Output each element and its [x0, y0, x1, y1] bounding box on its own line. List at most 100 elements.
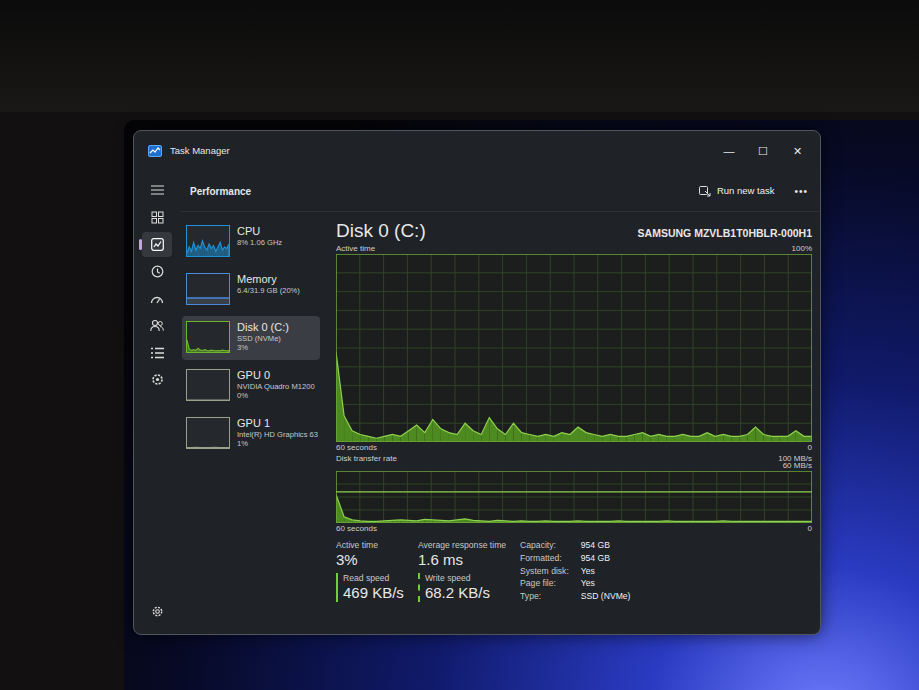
performance-icon [151, 238, 164, 251]
stat: Average response time1.6 ms [418, 540, 506, 569]
chart-line [336, 495, 812, 522]
settings-gear-icon[interactable] [142, 599, 172, 624]
chart-segment [788, 431, 796, 442]
chart-segment [401, 431, 409, 442]
hamburger-menu-icon[interactable] [142, 177, 172, 202]
grid-line [716, 254, 717, 442]
run-task-icon [699, 186, 711, 197]
processes-icon[interactable] [142, 205, 172, 230]
device-item[interactable]: GPU 1Intel(R) HD Graphics 631% [182, 412, 320, 456]
grid-line [621, 471, 622, 523]
grid-line [431, 254, 432, 442]
close-button[interactable]: ✕ [780, 143, 814, 160]
chart-segment [747, 427, 755, 442]
thumbnail-graph [187, 340, 229, 352]
sidebar [134, 171, 180, 634]
memory-fill [187, 298, 229, 304]
grid-line [407, 471, 408, 523]
chart-segment [433, 419, 441, 442]
stat-value: 68.2 KB/s [425, 584, 506, 602]
chart-label-row: Disk transfer rate100 MB/s [336, 453, 812, 464]
device-list: CPU8% 1.06 GHzMemory6.4/31.9 GB (20%)Dis… [180, 212, 324, 634]
stat-value: 469 KB/s [343, 584, 404, 602]
device-thumbnail [186, 225, 230, 257]
axis-min: 0 [808, 523, 812, 534]
property-label: System disk: [520, 566, 569, 578]
property-value: 954 GB [581, 553, 631, 565]
device-item[interactable]: Disk 0 (C:)SSD (NVMe)3% [182, 316, 320, 360]
grid-line [502, 471, 503, 523]
device-thumbnail [186, 369, 230, 401]
grid-line [764, 471, 765, 523]
grid-line [693, 471, 694, 523]
services-icon[interactable] [142, 367, 172, 392]
stat: Active time3% [336, 540, 404, 569]
chart-title: Active time [336, 243, 375, 254]
run-new-task-button[interactable]: Run new task [693, 182, 781, 200]
chart-segment [804, 436, 812, 442]
chart-segment [465, 423, 473, 442]
grid-line [478, 471, 479, 523]
chart-segment [756, 427, 764, 442]
property-value: Yes [581, 566, 631, 578]
chart-line [187, 241, 229, 253]
chart-line [187, 399, 229, 400]
stat-label: Average response time [418, 540, 506, 550]
property-label: Formatted: [520, 553, 569, 565]
stats-grid: Active time3% Average response time1.6 ms… [336, 540, 506, 602]
grid-line [574, 254, 575, 442]
thumbnail-graph [187, 241, 229, 256]
device-item[interactable]: Memory6.4/31.9 GB (20%) [182, 268, 320, 312]
app-history-icon[interactable] [142, 259, 172, 284]
device-item[interactable]: CPU8% 1.06 GHz [182, 220, 320, 264]
device-detail: 6.4/31.9 GB (20%) [237, 286, 300, 295]
users-icon [150, 319, 164, 332]
minimize-button[interactable]: — [712, 143, 746, 160]
device-detail: 3% [237, 343, 289, 352]
grid-line [526, 471, 527, 523]
thumbnail-graph [187, 447, 229, 449]
device-detail: 0% [237, 391, 315, 400]
chart-segment [772, 436, 780, 442]
chart-line [187, 340, 229, 351]
marker-line [336, 491, 812, 492]
app-history-icon [151, 265, 164, 278]
detail-panel: Disk 0 (C:)SAMSUNG MZVLB1T0HBLR-000H1Act… [324, 212, 820, 634]
disk-title: Disk 0 (C:) [336, 220, 426, 243]
users-icon[interactable] [142, 313, 172, 338]
window-title: Task Manager [170, 144, 230, 158]
device-text: GPU 1Intel(R) HD Graphics 631% [237, 417, 318, 449]
axis-span: 60 seconds [336, 523, 377, 534]
chart-segment [489, 418, 497, 442]
performance-icon[interactable] [142, 232, 172, 257]
chart-line [187, 447, 229, 449]
details-icon[interactable] [142, 340, 172, 365]
device-item[interactable]: GPU 0NVIDIA Quadro M12000% [182, 364, 320, 408]
stat-label: Active time [336, 540, 404, 550]
device-name: Memory [237, 273, 300, 286]
grid-line [645, 254, 646, 442]
processes-icon [151, 211, 164, 224]
task-manager-window: Task Manager —☐✕ Performance Run new tas… [133, 130, 821, 635]
title-bar: Task Manager —☐✕ [134, 131, 820, 171]
grid-line [764, 254, 765, 442]
property-label: Page file: [520, 578, 569, 590]
grid-line [383, 471, 384, 523]
startup-apps-icon[interactable] [142, 286, 172, 311]
device-detail: NVIDIA Quadro M1200 [237, 382, 315, 391]
grid-line [621, 254, 622, 442]
grid-line [788, 471, 789, 523]
device-text: Disk 0 (C:)SSD (NVMe)3% [237, 321, 289, 353]
device-thumbnail [186, 417, 230, 449]
chart-segment [570, 427, 578, 442]
run-new-task-label: Run new task [717, 184, 775, 198]
grid-line [383, 254, 384, 442]
grid-line [788, 254, 789, 442]
maximize-button[interactable]: ☐ [746, 143, 780, 160]
grid-line [526, 254, 527, 442]
grid-line [574, 471, 575, 523]
chart-segment [691, 436, 699, 442]
more-options-button[interactable]: ••• [794, 184, 808, 199]
grid-line [740, 471, 741, 523]
grid-line [359, 254, 360, 442]
